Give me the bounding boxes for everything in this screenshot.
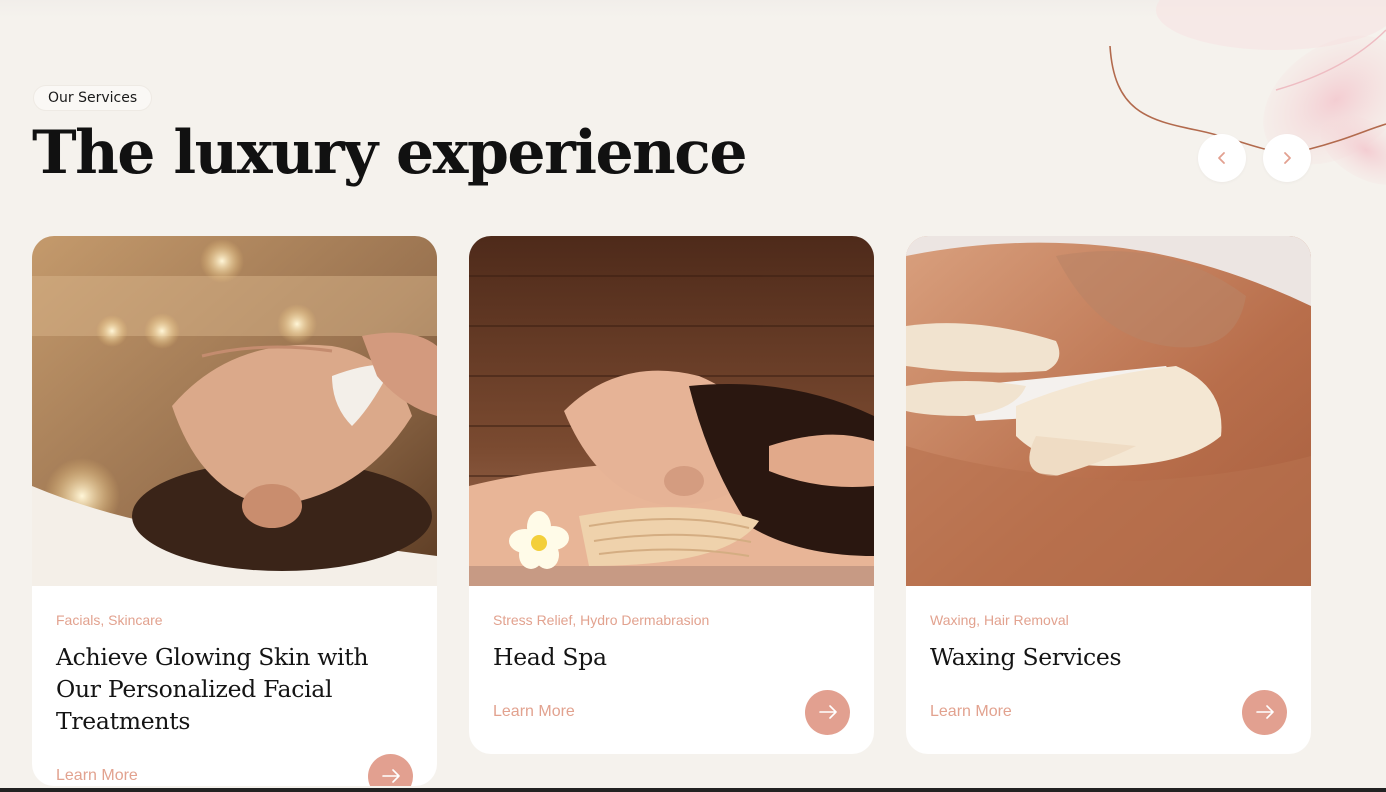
head-spa-image [469,236,874,586]
card-title[interactable]: Head Spa [493,641,850,673]
arrow-right-icon [818,705,837,719]
chevron-right-icon [1284,152,1291,164]
section-title: The luxury experience [32,118,748,188]
arrow-right-icon [1255,705,1274,719]
card-tags: Waxing, Hair Removal [930,612,1069,628]
service-card-waxing[interactable]: Waxing, Hair Removal Waxing Services Lea… [906,236,1311,754]
card-arrow-button[interactable] [1242,689,1287,735]
card-tags: Stress Relief, Hydro Dermabrasion [493,612,710,628]
carousel-prev-button[interactable] [1198,134,1246,182]
section-eyebrow: Our Services [33,85,153,111]
facial-treatment-image [32,236,437,586]
service-card-head-spa[interactable]: Stress Relief, Hydro Dermabrasion Head S… [469,236,874,754]
card-tags: Facials, Skincare [56,612,163,628]
card-arrow-button[interactable] [805,689,850,735]
learn-more-link[interactable]: Learn More [493,703,575,721]
chevron-left-icon [1218,152,1225,164]
top-strip [0,0,1386,18]
arrow-right-icon [381,769,400,783]
carousel-next-button[interactable] [1263,134,1311,182]
bottom-divider [0,788,1386,792]
learn-more-link[interactable]: Learn More [930,703,1012,721]
card-title[interactable]: Achieve Glowing Skin with Our Personaliz… [56,641,413,737]
waxing-treatment-image [906,236,1311,586]
card-title[interactable]: Waxing Services [930,641,1287,673]
service-card-facials[interactable]: Facials, Skincare Achieve Glowing Skin w… [32,236,437,786]
learn-more-link[interactable]: Learn More [56,767,138,785]
card-arrow-button[interactable] [368,753,413,786]
